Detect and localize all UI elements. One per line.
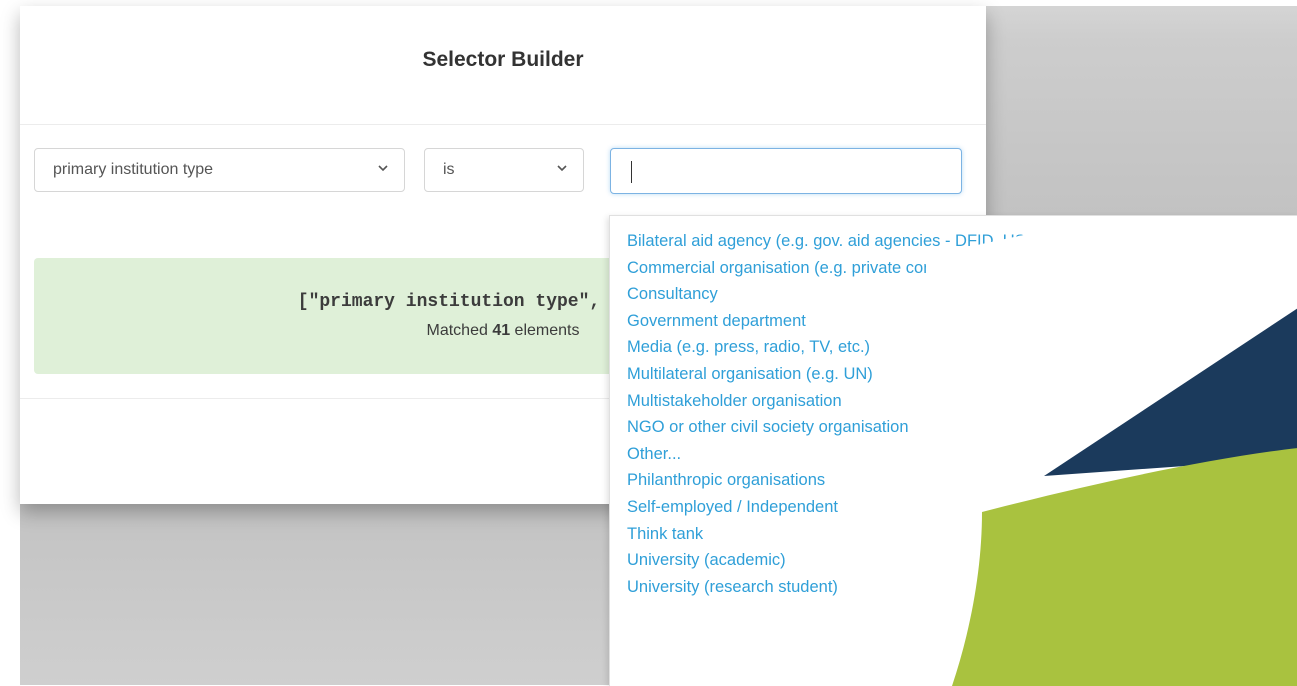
modal-title: Selector Builder [422,48,584,71]
matched-prefix: Matched [426,322,493,339]
matched-suffix: elements [510,322,580,339]
modal-header: Selector Builder [20,6,986,125]
field-select-value: primary institution type [53,161,214,178]
background-logo-graphic [926,216,1297,686]
matched-count: 41 [492,322,511,339]
left-margin [0,0,20,685]
operator-select-value: is [443,161,455,178]
chevron-down-icon [557,165,567,172]
text-caret [631,161,632,183]
field-select[interactable]: primary institution type [34,148,405,192]
operator-select[interactable]: is [424,148,584,192]
value-input[interactable] [610,148,962,194]
value-options-dropdown: Bilateral aid agency (e.g. gov. aid agen… [609,215,1297,686]
chevron-down-icon [378,165,388,172]
